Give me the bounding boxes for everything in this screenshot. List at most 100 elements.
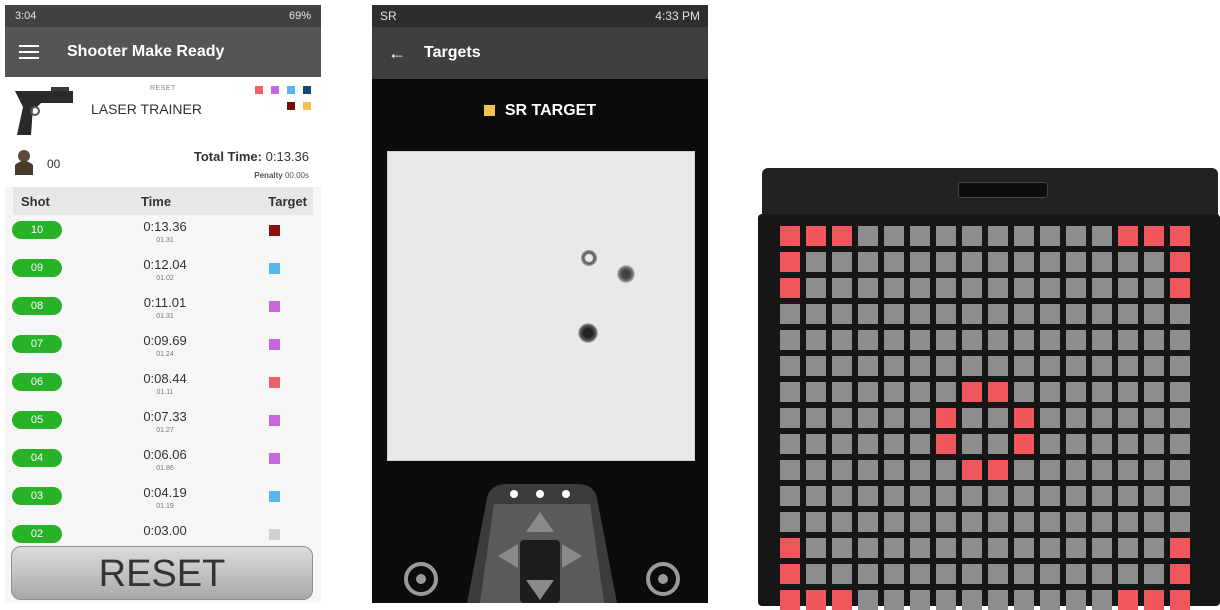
shot-row[interactable]: 07 0:09.69 01.24 bbox=[5, 329, 321, 367]
led-grid bbox=[780, 226, 1190, 610]
led-pixel bbox=[884, 330, 904, 350]
led-pixel bbox=[1014, 512, 1034, 532]
shot-row[interactable]: 06 0:08.44 01.11 bbox=[5, 367, 321, 405]
led-pixel bbox=[806, 590, 826, 610]
shot-target-color bbox=[269, 377, 280, 388]
color-swatch bbox=[303, 102, 311, 110]
led-pixel bbox=[910, 564, 930, 584]
led-pixel bbox=[1066, 512, 1086, 532]
led-pixel bbox=[1170, 278, 1190, 298]
led-pixel bbox=[1092, 408, 1112, 428]
color-swatch bbox=[287, 102, 295, 110]
led-pixel bbox=[806, 486, 826, 506]
shot-row[interactable]: 09 0:12.04 01.02 bbox=[5, 253, 321, 291]
led-pixel bbox=[1170, 382, 1190, 402]
led-pixel bbox=[910, 408, 930, 428]
led-pixel bbox=[962, 278, 982, 298]
led-pixel bbox=[1040, 538, 1060, 558]
shot-row[interactable]: 03 0:04.19 01.19 bbox=[5, 481, 321, 519]
led-pixel bbox=[806, 382, 826, 402]
led-pixel bbox=[1170, 512, 1190, 532]
led-pixel bbox=[936, 356, 956, 376]
shot-time: 0:03.00 bbox=[143, 523, 187, 538]
led-pixel bbox=[884, 590, 904, 610]
led-pixel bbox=[1092, 590, 1112, 610]
bullet-hole-icon bbox=[581, 250, 597, 266]
led-pixel bbox=[1118, 538, 1138, 558]
led-pixel bbox=[1066, 564, 1086, 584]
led-pixel bbox=[910, 330, 930, 350]
led-pixel bbox=[910, 434, 930, 454]
led-pixel bbox=[858, 278, 878, 298]
back-arrow-icon[interactable]: ← bbox=[388, 43, 406, 64]
led-pixel bbox=[884, 460, 904, 480]
led-pixel bbox=[1014, 356, 1034, 376]
target-paper-image bbox=[387, 151, 695, 461]
shot-target-color bbox=[269, 263, 280, 274]
led-pixel bbox=[1170, 590, 1190, 610]
led-pixel bbox=[1170, 330, 1190, 350]
led-pixel bbox=[1014, 330, 1034, 350]
led-pixel bbox=[936, 382, 956, 402]
total-time-value: 0:13.36 bbox=[265, 149, 309, 164]
led-pixel bbox=[988, 590, 1008, 610]
led-pixel bbox=[1118, 590, 1138, 610]
left-control-icon[interactable] bbox=[404, 562, 438, 596]
led-pixel bbox=[936, 330, 956, 350]
led-pixel bbox=[780, 226, 800, 246]
target-name-text: SR TARGET bbox=[504, 102, 597, 119]
shot-row[interactable]: 04 0:06.06 01.86 bbox=[5, 443, 321, 481]
shot-time: 0:09.69 bbox=[143, 333, 187, 348]
shot-split: 01.24 bbox=[156, 351, 174, 358]
led-pixel bbox=[832, 486, 852, 506]
reset-button[interactable]: RESET bbox=[11, 546, 313, 600]
shot-time: 0:13.36 bbox=[143, 219, 187, 234]
led-pixel bbox=[1144, 382, 1164, 402]
color-swatch bbox=[271, 86, 279, 94]
shot-split: 01.19 bbox=[156, 503, 174, 510]
led-pixel bbox=[1170, 356, 1190, 376]
shot-row[interactable]: 08 0:11.01 01.31 bbox=[5, 291, 321, 329]
led-pixel bbox=[988, 434, 1008, 454]
led-pixel bbox=[1040, 408, 1060, 428]
right-control-icon[interactable] bbox=[646, 562, 680, 596]
led-pixel bbox=[1118, 226, 1138, 246]
device-reset-label[interactable]: RESET bbox=[150, 85, 176, 92]
led-pixel bbox=[1092, 538, 1112, 558]
shooter-avatar-icon bbox=[15, 150, 33, 175]
led-pixel bbox=[910, 382, 930, 402]
hamburger-menu-icon[interactable] bbox=[19, 45, 39, 59]
led-pixel bbox=[936, 408, 956, 428]
target-color-swatches bbox=[235, 86, 311, 118]
column-target: Target bbox=[268, 193, 307, 209]
led-pixel bbox=[780, 330, 800, 350]
led-pixel bbox=[1118, 564, 1138, 584]
led-pixel bbox=[988, 564, 1008, 584]
led-pixel bbox=[1170, 486, 1190, 506]
led-pixel bbox=[1040, 382, 1060, 402]
led-pixel bbox=[1144, 538, 1164, 558]
shot-list[interactable]: 10 0:13.36 01.31 09 0:12.04 01.02 08 0:11.01 01.… bbox=[5, 215, 321, 575]
led-pixel bbox=[1066, 590, 1086, 610]
led-pixel bbox=[1092, 512, 1112, 532]
status-time: 3:04 bbox=[15, 10, 37, 22]
shot-row[interactable]: 10 0:13.36 01.31 bbox=[5, 215, 321, 253]
led-pixel bbox=[936, 486, 956, 506]
shot-number-badge: 08 bbox=[12, 297, 62, 315]
led-pixel bbox=[832, 330, 852, 350]
shot-row[interactable]: 05 0:07.33 01.27 bbox=[5, 405, 321, 443]
led-pixel bbox=[1144, 512, 1164, 532]
led-pixel bbox=[988, 486, 1008, 506]
led-pixel bbox=[1066, 226, 1086, 246]
led-pixel bbox=[988, 304, 1008, 324]
bullet-hole-icon bbox=[578, 323, 598, 343]
device-card[interactable]: RESET LASER TRAINER 00 Total Time: 0:13.… bbox=[5, 77, 321, 187]
led-pixel bbox=[858, 590, 878, 610]
shot-number-badge: 10 bbox=[12, 221, 62, 239]
led-pixel bbox=[780, 564, 800, 584]
led-pixel bbox=[832, 512, 852, 532]
led-pixel bbox=[1066, 330, 1086, 350]
shot-number-badge: 05 bbox=[12, 411, 62, 429]
led-pixel bbox=[858, 356, 878, 376]
led-pixel bbox=[988, 330, 1008, 350]
